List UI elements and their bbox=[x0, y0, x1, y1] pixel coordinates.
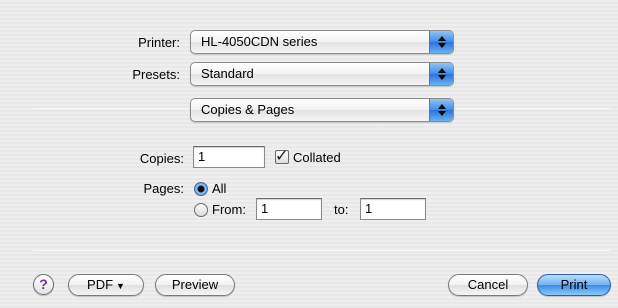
print-button[interactable]: Print bbox=[537, 274, 611, 296]
print-button-label: Print bbox=[560, 277, 588, 292]
pages-all-label: All bbox=[212, 181, 227, 196]
separator-left bbox=[33, 108, 188, 109]
help-icon: ? bbox=[39, 276, 48, 292]
checkmark-icon: ✓ bbox=[275, 146, 289, 165]
pages-to-label: to: bbox=[334, 202, 349, 217]
cancel-button[interactable]: Cancel bbox=[448, 274, 528, 296]
pages-from-radio[interactable] bbox=[194, 203, 208, 217]
panel-popup-value: Copies & Pages bbox=[201, 102, 295, 117]
pages-all-radio[interactable] bbox=[194, 182, 208, 196]
preview-button-label: Preview bbox=[171, 277, 219, 292]
popup-arrows-icon bbox=[429, 31, 453, 53]
separator-right bbox=[456, 108, 610, 109]
pdf-button[interactable]: PDF ▼ bbox=[68, 274, 144, 296]
pages-label: Pages: bbox=[143, 181, 184, 196]
presets-label: Presets: bbox=[132, 67, 180, 82]
pages-from-field[interactable]: 1 bbox=[256, 198, 322, 220]
panel-popup[interactable]: Copies & Pages bbox=[190, 98, 454, 122]
printer-label: Printer: bbox=[138, 35, 180, 50]
pages-from-label: From: bbox=[212, 202, 246, 217]
chevron-down-icon: ▼ bbox=[116, 281, 125, 291]
copies-label: Copies: bbox=[139, 151, 184, 166]
preview-button[interactable]: Preview bbox=[155, 274, 235, 296]
copies-field[interactable]: 1 bbox=[193, 146, 265, 168]
popup-arrows-icon bbox=[429, 63, 453, 85]
printer-popup[interactable]: HL-4050CDN series bbox=[190, 30, 454, 54]
cancel-button-label: Cancel bbox=[467, 277, 509, 292]
presets-popup-value: Standard bbox=[201, 66, 254, 81]
help-button[interactable]: ? bbox=[33, 274, 54, 295]
print-dialog: Printer: HL-4050CDN series Presets: Stan… bbox=[0, 0, 618, 308]
footer-separator bbox=[33, 250, 610, 251]
pdf-button-label: PDF bbox=[87, 277, 114, 292]
printer-popup-value: HL-4050CDN series bbox=[201, 34, 318, 49]
collated-checkbox[interactable]: ✓ bbox=[275, 146, 289, 165]
collated-label: Collated bbox=[293, 150, 341, 165]
pages-to-field[interactable]: 1 bbox=[360, 198, 426, 220]
presets-popup[interactable]: Standard bbox=[190, 62, 454, 86]
popup-arrows-icon bbox=[429, 99, 453, 121]
